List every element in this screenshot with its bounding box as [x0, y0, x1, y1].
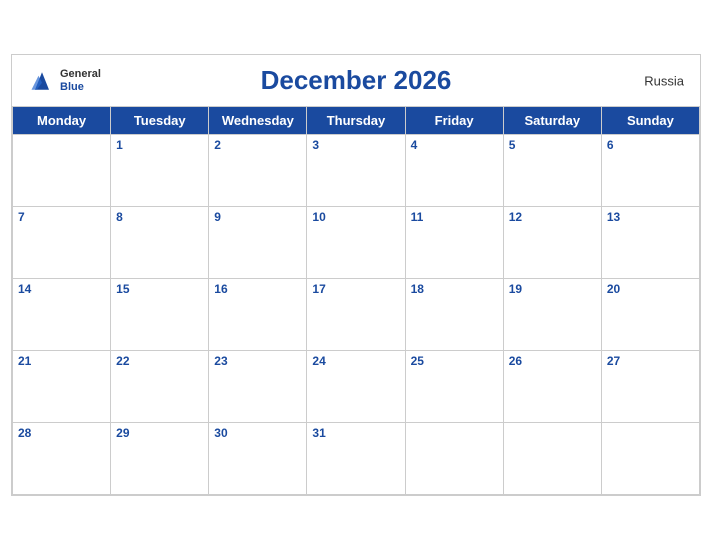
day-number: 20 — [607, 282, 694, 296]
calendar-day-cell: 14 — [13, 279, 111, 351]
day-number: 6 — [607, 138, 694, 152]
calendar: General Blue December 2026 Russia Monday… — [11, 54, 701, 496]
day-number: 16 — [214, 282, 301, 296]
calendar-day-cell: 30 — [209, 423, 307, 495]
calendar-day-cell — [503, 423, 601, 495]
day-number: 27 — [607, 354, 694, 368]
day-number: 30 — [214, 426, 301, 440]
day-number: 26 — [509, 354, 596, 368]
day-number: 8 — [116, 210, 203, 224]
calendar-day-cell: 26 — [503, 351, 601, 423]
calendar-day-cell: 11 — [405, 207, 503, 279]
logo-text: General Blue — [60, 68, 101, 92]
day-number: 14 — [18, 282, 105, 296]
calendar-day-cell: 1 — [111, 135, 209, 207]
calendar-day-cell: 21 — [13, 351, 111, 423]
calendar-day-cell: 31 — [307, 423, 405, 495]
calendar-day-cell — [405, 423, 503, 495]
day-number: 21 — [18, 354, 105, 368]
day-number: 28 — [18, 426, 105, 440]
calendar-day-cell — [601, 423, 699, 495]
calendar-day-cell: 19 — [503, 279, 601, 351]
day-number: 7 — [18, 210, 105, 224]
calendar-day-cell: 20 — [601, 279, 699, 351]
calendar-day-cell: 28 — [13, 423, 111, 495]
day-number: 9 — [214, 210, 301, 224]
day-number: 29 — [116, 426, 203, 440]
day-number: 17 — [312, 282, 399, 296]
calendar-day-cell: 4 — [405, 135, 503, 207]
calendar-day-cell: 5 — [503, 135, 601, 207]
weekday-monday: Monday — [13, 107, 111, 135]
calendar-week-row: 789 10 11 12 13 — [13, 207, 700, 279]
day-number: 3 — [312, 138, 399, 152]
calendar-day-cell: 9 — [209, 207, 307, 279]
day-number: 1 — [116, 138, 203, 152]
calendar-day-cell — [13, 135, 111, 207]
calendar-week-row: 14 15 16 17 18 19 20 — [13, 279, 700, 351]
day-number: 19 — [509, 282, 596, 296]
day-number: 11 — [411, 210, 498, 224]
calendar-day-cell: 12 — [503, 207, 601, 279]
calendar-day-cell: 8 — [111, 207, 209, 279]
day-number: 24 — [312, 354, 399, 368]
calendar-day-cell: 6 — [601, 135, 699, 207]
calendar-day-cell: 18 — [405, 279, 503, 351]
country-label: Russia — [644, 73, 684, 88]
calendar-week-row: 123456 — [13, 135, 700, 207]
calendar-week-row: 21 22 23 24 25 26 27 — [13, 351, 700, 423]
calendar-day-cell: 25 — [405, 351, 503, 423]
weekday-saturday: Saturday — [503, 107, 601, 135]
day-number: 22 — [116, 354, 203, 368]
weekday-thursday: Thursday — [307, 107, 405, 135]
weekday-friday: Friday — [405, 107, 503, 135]
day-number: 13 — [607, 210, 694, 224]
day-number: 23 — [214, 354, 301, 368]
calendar-table: Monday Tuesday Wednesday Thursday Friday… — [12, 106, 700, 495]
calendar-day-cell: 27 — [601, 351, 699, 423]
weekday-wednesday: Wednesday — [209, 107, 307, 135]
day-number: 18 — [411, 282, 498, 296]
calendar-day-cell: 17 — [307, 279, 405, 351]
day-number: 4 — [411, 138, 498, 152]
day-number: 5 — [509, 138, 596, 152]
logo-icon — [28, 67, 56, 95]
calendar-day-cell: 15 — [111, 279, 209, 351]
calendar-day-cell: 23 — [209, 351, 307, 423]
day-number: 2 — [214, 138, 301, 152]
logo: General Blue — [28, 67, 101, 95]
weekday-sunday: Sunday — [601, 107, 699, 135]
calendar-weekdays: Monday Tuesday Wednesday Thursday Friday… — [13, 107, 700, 135]
day-number: 31 — [312, 426, 399, 440]
calendar-day-cell: 10 — [307, 207, 405, 279]
day-number: 12 — [509, 210, 596, 224]
calendar-title: December 2026 — [261, 65, 452, 96]
calendar-header: General Blue December 2026 Russia — [12, 55, 700, 106]
calendar-day-cell: 13 — [601, 207, 699, 279]
day-number: 10 — [312, 210, 399, 224]
calendar-body: 1234567891011121314151617181920212223242… — [13, 135, 700, 495]
calendar-day-cell: 3 — [307, 135, 405, 207]
calendar-day-cell: 29 — [111, 423, 209, 495]
day-number: 15 — [116, 282, 203, 296]
calendar-day-cell: 2 — [209, 135, 307, 207]
calendar-day-cell: 16 — [209, 279, 307, 351]
day-number: 25 — [411, 354, 498, 368]
weekday-tuesday: Tuesday — [111, 107, 209, 135]
calendar-day-cell: 24 — [307, 351, 405, 423]
calendar-day-cell: 22 — [111, 351, 209, 423]
calendar-week-row: 28 29 30 31 — [13, 423, 700, 495]
calendar-day-cell: 7 — [13, 207, 111, 279]
